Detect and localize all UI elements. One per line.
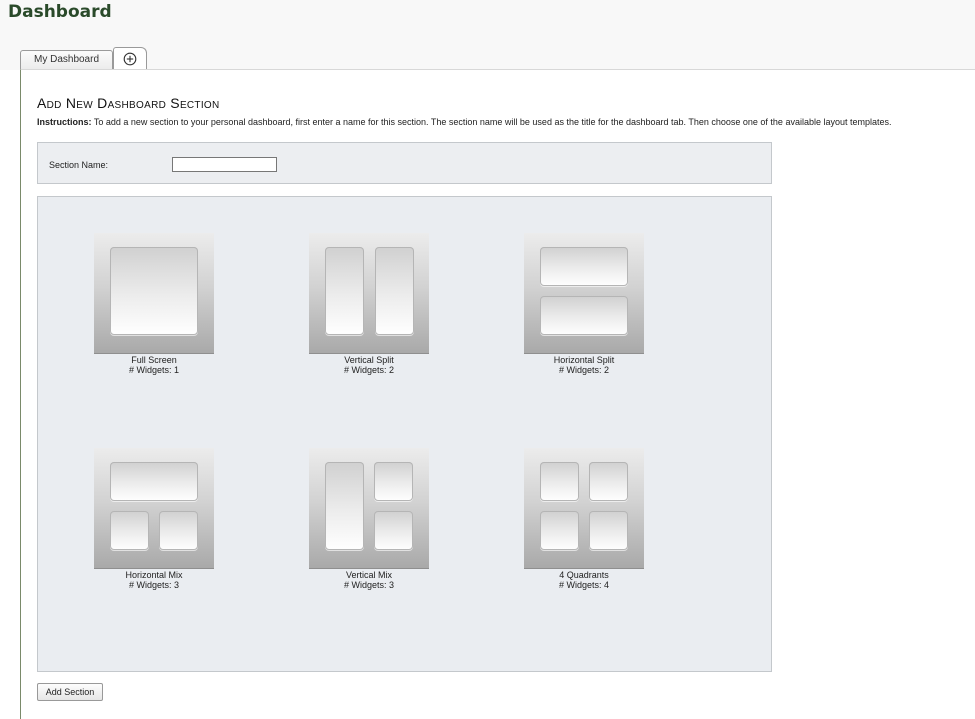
- section-name-panel: Section Name:: [37, 142, 772, 184]
- widget-pane: [374, 511, 413, 550]
- layout-thumbnail: [309, 448, 429, 569]
- layout-widget-count: # Widgets: 2: [343, 365, 395, 375]
- widget-pane: [540, 462, 579, 501]
- layout-thumbnail: [524, 233, 644, 354]
- widget-pane: [540, 247, 628, 286]
- layout-widget-count: # Widgets: 1: [128, 365, 180, 375]
- layout-name: Full Screen: [131, 355, 177, 365]
- instructions: Instructions: To add a new section to yo…: [37, 117, 967, 127]
- widget-pane: [589, 462, 628, 501]
- layout-name: Vertical Mix: [345, 570, 392, 580]
- layout-widget-count: # Widgets: 3: [128, 580, 180, 590]
- layout-thumbnail: [94, 448, 214, 569]
- layout-horizontal-split[interactable]: Horizontal Split # Widgets: 2: [504, 233, 664, 383]
- add-section-button[interactable]: Add Section: [37, 683, 103, 701]
- widget-pane: [159, 511, 198, 550]
- layout-name: 4 Quadrants: [559, 570, 609, 580]
- layout-templates-panel: Full Screen # Widgets: 1 Vertical Split …: [37, 196, 772, 672]
- section-name-label: Section Name:: [49, 160, 109, 170]
- widget-pane: [375, 247, 414, 335]
- widget-pane: [540, 296, 628, 335]
- section-heading: Add New Dashboard Section: [37, 95, 220, 111]
- layout-widget-count: # Widgets: 2: [558, 365, 610, 375]
- tab-my-dashboard[interactable]: My Dashboard: [20, 50, 113, 69]
- widget-pane: [325, 462, 364, 550]
- layout-full-screen[interactable]: Full Screen # Widgets: 1: [74, 233, 234, 383]
- widget-pane: [540, 511, 579, 550]
- layout-thumbnail: [524, 448, 644, 569]
- widget-pane: [589, 511, 628, 550]
- widget-pane: [110, 511, 149, 550]
- layout-widget-count: # Widgets: 3: [343, 580, 395, 590]
- layout-vertical-mix[interactable]: Vertical Mix # Widgets: 3: [289, 448, 449, 598]
- instructions-text: To add a new section to your personal da…: [91, 117, 892, 127]
- layout-name: Horizontal Split: [553, 355, 615, 365]
- layout-4-quadrants[interactable]: 4 Quadrants # Widgets: 4: [504, 448, 664, 598]
- layout-thumbnail: [309, 233, 429, 354]
- widget-pane: [110, 247, 198, 335]
- page-title: Dashboard: [8, 2, 112, 22]
- layout-horizontal-mix[interactable]: Horizontal Mix # Widgets: 3: [74, 448, 234, 598]
- instructions-label: Instructions:: [37, 117, 92, 127]
- layout-vertical-split[interactable]: Vertical Split # Widgets: 2: [289, 233, 449, 383]
- widget-pane: [374, 462, 413, 501]
- layout-thumbnail: [94, 233, 214, 354]
- layout-name: Horizontal Mix: [125, 570, 183, 580]
- plus-circle-icon: [123, 52, 137, 66]
- widget-pane: [110, 462, 198, 501]
- section-name-input[interactable]: [172, 157, 277, 172]
- layout-widget-count: # Widgets: 4: [558, 580, 610, 590]
- tab-add-section[interactable]: [113, 47, 147, 70]
- layout-name: Vertical Split: [344, 355, 394, 365]
- widget-pane: [325, 247, 364, 335]
